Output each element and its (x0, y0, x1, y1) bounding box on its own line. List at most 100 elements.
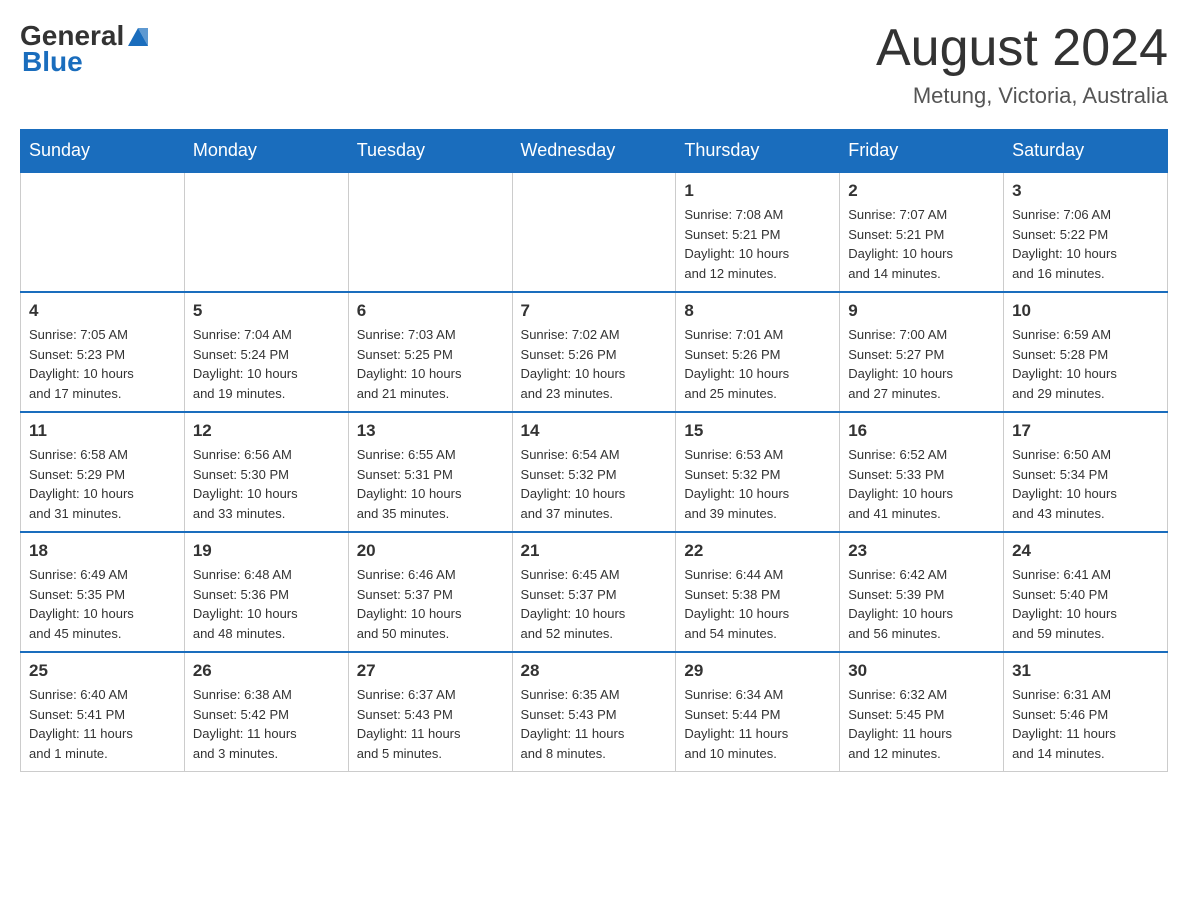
calendar-cell (348, 172, 512, 292)
week-row-5: 25 Sunrise: 6:40 AM Sunset: 5:41 PM Dayli… (21, 652, 1168, 772)
day-number: 29 (684, 661, 831, 681)
day-info: Sunrise: 6:58 AM Sunset: 5:29 PM Dayligh… (29, 445, 176, 523)
calendar-cell (21, 172, 185, 292)
day-number: 26 (193, 661, 340, 681)
calendar-cell: 6 Sunrise: 7:03 AM Sunset: 5:25 PM Daylig… (348, 292, 512, 412)
calendar-cell: 16 Sunrise: 6:52 AM Sunset: 5:33 PM Dayli… (840, 412, 1004, 532)
calendar-cell (184, 172, 348, 292)
calendar-cell: 14 Sunrise: 6:54 AM Sunset: 5:32 PM Dayli… (512, 412, 676, 532)
day-number: 6 (357, 301, 504, 321)
calendar-cell: 23 Sunrise: 6:42 AM Sunset: 5:39 PM Dayli… (840, 532, 1004, 652)
week-row-2: 4 Sunrise: 7:05 AM Sunset: 5:23 PM Daylig… (21, 292, 1168, 412)
day-info: Sunrise: 6:35 AM Sunset: 5:43 PM Dayligh… (521, 685, 668, 763)
title-block: August 2024 Metung, Victoria, Australia (876, 20, 1168, 109)
logo-blue-text: Blue (22, 46, 83, 78)
location-text: Metung, Victoria, Australia (876, 83, 1168, 109)
day-info: Sunrise: 7:03 AM Sunset: 5:25 PM Dayligh… (357, 325, 504, 403)
day-info: Sunrise: 7:01 AM Sunset: 5:26 PM Dayligh… (684, 325, 831, 403)
calendar-cell: 22 Sunrise: 6:44 AM Sunset: 5:38 PM Dayli… (676, 532, 840, 652)
day-number: 8 (684, 301, 831, 321)
day-info: Sunrise: 6:34 AM Sunset: 5:44 PM Dayligh… (684, 685, 831, 763)
day-number: 22 (684, 541, 831, 561)
day-number: 12 (193, 421, 340, 441)
calendar-cell: 30 Sunrise: 6:32 AM Sunset: 5:45 PM Dayli… (840, 652, 1004, 772)
calendar-cell: 29 Sunrise: 6:34 AM Sunset: 5:44 PM Dayli… (676, 652, 840, 772)
day-number: 10 (1012, 301, 1159, 321)
day-info: Sunrise: 6:49 AM Sunset: 5:35 PM Dayligh… (29, 565, 176, 643)
column-header-tuesday: Tuesday (348, 130, 512, 173)
day-info: Sunrise: 6:42 AM Sunset: 5:39 PM Dayligh… (848, 565, 995, 643)
day-info: Sunrise: 6:46 AM Sunset: 5:37 PM Dayligh… (357, 565, 504, 643)
column-header-thursday: Thursday (676, 130, 840, 173)
day-number: 1 (684, 181, 831, 201)
week-row-4: 18 Sunrise: 6:49 AM Sunset: 5:35 PM Dayli… (21, 532, 1168, 652)
day-info: Sunrise: 6:45 AM Sunset: 5:37 PM Dayligh… (521, 565, 668, 643)
calendar-cell: 15Sunrise: 6:53 AM Sunset: 5:32 PM Dayli… (676, 412, 840, 532)
day-info: Sunrise: 6:53 AM Sunset: 5:32 PM Dayligh… (684, 445, 831, 523)
day-info: Sunrise: 6:37 AM Sunset: 5:43 PM Dayligh… (357, 685, 504, 763)
column-header-monday: Monday (184, 130, 348, 173)
day-info: Sunrise: 7:07 AM Sunset: 5:21 PM Dayligh… (848, 205, 995, 283)
calendar-cell: 27 Sunrise: 6:37 AM Sunset: 5:43 PM Dayli… (348, 652, 512, 772)
calendar-cell: 25 Sunrise: 6:40 AM Sunset: 5:41 PM Dayli… (21, 652, 185, 772)
day-info: Sunrise: 6:54 AM Sunset: 5:32 PM Dayligh… (521, 445, 668, 523)
day-info: Sunrise: 6:38 AM Sunset: 5:42 PM Dayligh… (193, 685, 340, 763)
calendar-cell: 20 Sunrise: 6:46 AM Sunset: 5:37 PM Dayli… (348, 532, 512, 652)
day-number: 31 (1012, 661, 1159, 681)
day-info: Sunrise: 6:31 AM Sunset: 5:46 PM Dayligh… (1012, 685, 1159, 763)
day-info: Sunrise: 7:05 AM Sunset: 5:23 PM Dayligh… (29, 325, 176, 403)
day-info: Sunrise: 6:48 AM Sunset: 5:36 PM Dayligh… (193, 565, 340, 643)
calendar-cell: 28 Sunrise: 6:35 AM Sunset: 5:43 PM Dayli… (512, 652, 676, 772)
day-number: 4 (29, 301, 176, 321)
week-row-1: 1 Sunrise: 7:08 AM Sunset: 5:21 PM Daylig… (21, 172, 1168, 292)
day-info: Sunrise: 6:32 AM Sunset: 5:45 PM Dayligh… (848, 685, 995, 763)
day-info: Sunrise: 6:41 AM Sunset: 5:40 PM Dayligh… (1012, 565, 1159, 643)
day-number: 18 (29, 541, 176, 561)
day-number: 25 (29, 661, 176, 681)
column-header-friday: Friday (840, 130, 1004, 173)
day-number: 27 (357, 661, 504, 681)
day-number: 19 (193, 541, 340, 561)
day-number: 2 (848, 181, 995, 201)
day-info: Sunrise: 6:50 AM Sunset: 5:34 PM Dayligh… (1012, 445, 1159, 523)
calendar-cell: 18 Sunrise: 6:49 AM Sunset: 5:35 PM Dayli… (21, 532, 185, 652)
calendar-cell: 8 Sunrise: 7:01 AM Sunset: 5:26 PM Daylig… (676, 292, 840, 412)
day-number: 20 (357, 541, 504, 561)
day-number: 9 (848, 301, 995, 321)
calendar-cell: 19 Sunrise: 6:48 AM Sunset: 5:36 PM Dayli… (184, 532, 348, 652)
calendar-cell: 4 Sunrise: 7:05 AM Sunset: 5:23 PM Daylig… (21, 292, 185, 412)
calendar-cell: 31 Sunrise: 6:31 AM Sunset: 5:46 PM Dayli… (1004, 652, 1168, 772)
month-title: August 2024 (876, 20, 1168, 77)
day-number: 11 (29, 421, 176, 441)
day-number: 14 (521, 421, 668, 441)
day-info: Sunrise: 6:44 AM Sunset: 5:38 PM Dayligh… (684, 565, 831, 643)
day-number: 7 (521, 301, 668, 321)
calendar-cell: 2 Sunrise: 7:07 AM Sunset: 5:21 PM Daylig… (840, 172, 1004, 292)
day-number: 16 (848, 421, 995, 441)
calendar-cell: 10Sunrise: 6:59 AM Sunset: 5:28 PM Dayli… (1004, 292, 1168, 412)
calendar-cell: 1 Sunrise: 7:08 AM Sunset: 5:21 PM Daylig… (676, 172, 840, 292)
day-number: 21 (521, 541, 668, 561)
column-header-sunday: Sunday (21, 130, 185, 173)
calendar-header-row: SundayMondayTuesdayWednesdayThursdayFrid… (21, 130, 1168, 173)
calendar-cell: 17 Sunrise: 6:50 AM Sunset: 5:34 PM Dayli… (1004, 412, 1168, 532)
column-header-wednesday: Wednesday (512, 130, 676, 173)
day-info: Sunrise: 6:40 AM Sunset: 5:41 PM Dayligh… (29, 685, 176, 763)
calendar-cell: 26 Sunrise: 6:38 AM Sunset: 5:42 PM Dayli… (184, 652, 348, 772)
calendar-cell: 9Sunrise: 7:00 AM Sunset: 5:27 PM Daylig… (840, 292, 1004, 412)
day-info: Sunrise: 6:52 AM Sunset: 5:33 PM Dayligh… (848, 445, 995, 523)
column-header-saturday: Saturday (1004, 130, 1168, 173)
day-info: Sunrise: 7:06 AM Sunset: 5:22 PM Dayligh… (1012, 205, 1159, 283)
day-number: 30 (848, 661, 995, 681)
day-number: 5 (193, 301, 340, 321)
calendar-table: SundayMondayTuesdayWednesdayThursdayFrid… (20, 129, 1168, 772)
calendar-cell: 5Sunrise: 7:04 AM Sunset: 5:24 PM Daylig… (184, 292, 348, 412)
day-number: 23 (848, 541, 995, 561)
calendar-cell: 21 Sunrise: 6:45 AM Sunset: 5:37 PM Dayli… (512, 532, 676, 652)
day-number: 28 (521, 661, 668, 681)
calendar-cell: 3Sunrise: 7:06 AM Sunset: 5:22 PM Daylig… (1004, 172, 1168, 292)
day-info: Sunrise: 7:08 AM Sunset: 5:21 PM Dayligh… (684, 205, 831, 283)
day-info: Sunrise: 6:56 AM Sunset: 5:30 PM Dayligh… (193, 445, 340, 523)
page-header: General Blue August 2024 Metung, Victori… (20, 20, 1168, 109)
day-number: 17 (1012, 421, 1159, 441)
